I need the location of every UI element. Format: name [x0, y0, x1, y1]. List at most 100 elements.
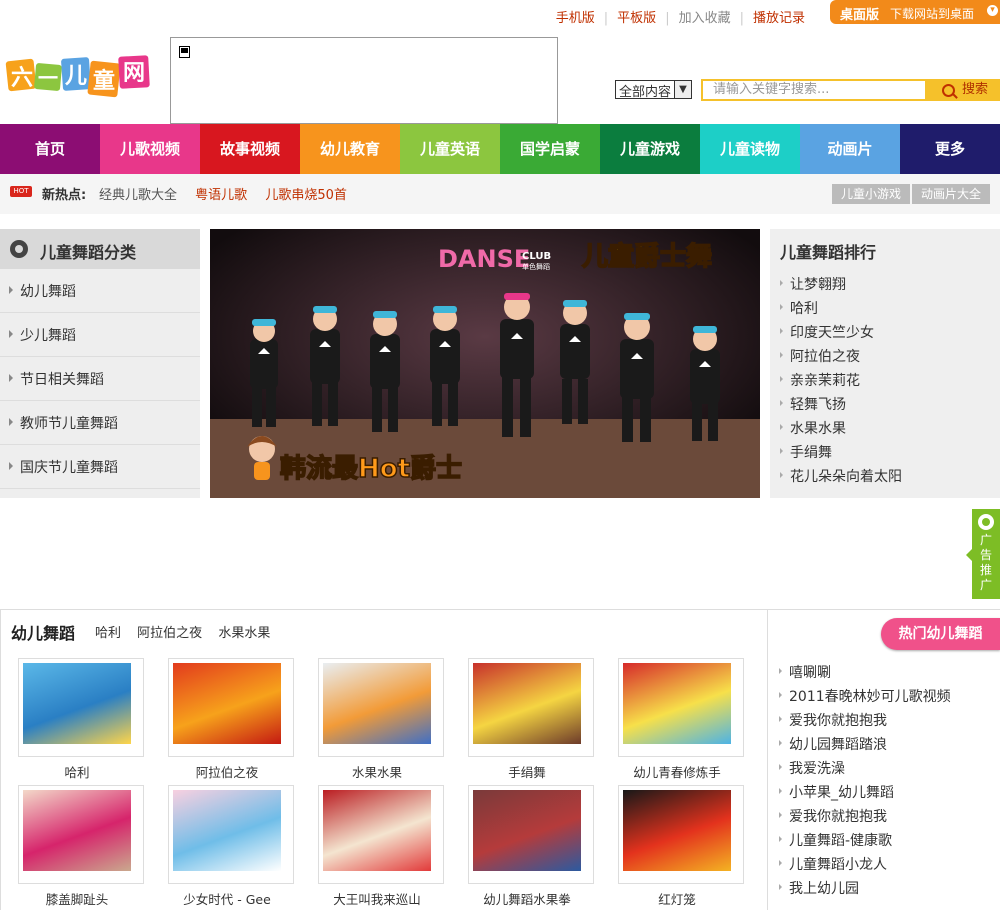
- hot-dance-item[interactable]: 小苹果_幼儿舞蹈: [779, 782, 951, 806]
- video-thumbnail[interactable]: [18, 785, 144, 884]
- video-title[interactable]: 阿拉伯之夜: [168, 762, 286, 781]
- video-title[interactable]: 大王叫我来巡山: [318, 889, 436, 908]
- video-title[interactable]: 幼儿青春修炼手: [618, 762, 736, 781]
- video-thumbnail[interactable]: [18, 658, 144, 757]
- nav-item[interactable]: 儿童游戏: [600, 124, 700, 174]
- video-thumbnail[interactable]: [618, 785, 744, 884]
- video-card[interactable]: 幼儿舞蹈水果拳: [468, 785, 594, 908]
- video-card[interactable]: 少女时代 - Gee: [168, 785, 294, 908]
- hot-buttons: 儿童小游戏 动画片大全: [831, 184, 990, 204]
- ranking-item[interactable]: 印度天竺少女: [780, 322, 902, 346]
- ranking-item[interactable]: 让梦翱翔: [780, 274, 902, 298]
- video-card[interactable]: 阿拉伯之夜: [168, 658, 294, 781]
- hot-dance-item[interactable]: 儿童舞蹈小龙人: [779, 854, 951, 878]
- ranking-item[interactable]: 手绢舞: [780, 442, 902, 466]
- video-card[interactable]: 手绢舞: [468, 658, 594, 781]
- search-input[interactable]: 请输入关键字搜索...: [701, 79, 927, 101]
- hot-dance-item[interactable]: 我爱洗澡: [779, 758, 951, 782]
- video-card[interactable]: 膝盖脚趾头: [18, 785, 144, 908]
- ranking-item[interactable]: 亲亲茉莉花: [780, 370, 902, 394]
- hot-dance-item[interactable]: 我上幼儿园: [779, 878, 951, 902]
- category-item[interactable]: 少儿舞蹈: [0, 313, 200, 357]
- section-tag[interactable]: 阿拉伯之夜: [137, 626, 202, 641]
- nav-item[interactable]: 儿歌视频: [100, 124, 200, 174]
- category-item[interactable]: 节日相关舞蹈: [0, 357, 200, 401]
- site-logo[interactable]: 六 一 儿 童 网: [5, 52, 153, 104]
- hot-dance-item[interactable]: 儿童舞蹈-健康歌: [779, 830, 951, 854]
- video-title[interactable]: 哈利: [18, 762, 136, 781]
- nav-item[interactable]: 国学启蒙: [500, 124, 600, 174]
- video-title[interactable]: 幼儿舞蹈水果拳: [468, 889, 586, 908]
- hot-link[interactable]: 粤语儿歌: [195, 188, 247, 203]
- hot-dance-item[interactable]: 2011春晚林妙可儿歌视频: [779, 686, 951, 710]
- nav-item[interactable]: 儿童读物: [700, 124, 800, 174]
- hot-topics-bar: HOT 新热点: 经典儿歌大全 粤语儿歌 儿歌串烧50首 儿童小游戏 动画片大全: [0, 174, 1000, 214]
- ranking-item[interactable]: 阿拉伯之夜: [780, 346, 902, 370]
- hot-link[interactable]: 儿歌串烧50首: [265, 188, 347, 203]
- nav-item[interactable]: 更多: [900, 124, 1000, 174]
- video-card[interactable]: 大王叫我来巡山: [318, 785, 444, 908]
- thumbnail-image: [173, 663, 281, 744]
- banner-caption: 韩流最Hot爵士: [280, 454, 462, 484]
- video-card[interactable]: 水果水果: [318, 658, 444, 781]
- search-icon: [942, 84, 955, 97]
- nav-item[interactable]: 儿童英语: [400, 124, 500, 174]
- side-ad-tab[interactable]: 广 告 推 广: [966, 509, 1000, 599]
- search-button[interactable]: 搜索: [926, 79, 1000, 101]
- category-item[interactable]: 幼儿舞蹈: [0, 269, 200, 313]
- ranking-item[interactable]: 哈利: [780, 298, 902, 322]
- video-thumbnail[interactable]: [468, 658, 594, 757]
- ranking-title: 儿童舞蹈排行: [780, 243, 877, 262]
- video-title[interactable]: 红灯笼: [618, 889, 736, 908]
- video-thumbnail[interactable]: [168, 785, 294, 884]
- category-item-label: 幼儿舞蹈: [20, 284, 76, 300]
- category-item[interactable]: 教师节儿童舞蹈: [0, 401, 200, 445]
- side-ad-char: 广: [979, 578, 992, 592]
- tablet-version-link[interactable]: 平板版: [617, 11, 656, 26]
- kids-games-button[interactable]: 儿童小游戏: [831, 184, 910, 204]
- video-thumbnail[interactable]: [318, 658, 444, 757]
- ranking-item[interactable]: 水果水果: [780, 418, 902, 442]
- video-thumbnail[interactable]: [468, 785, 594, 884]
- ranking-item[interactable]: 轻舞飞扬: [780, 394, 902, 418]
- play-history-link[interactable]: 播放记录: [753, 11, 805, 26]
- hot-dance-title: 热门幼儿舞蹈: [881, 618, 1000, 650]
- hot-title: 新热点:: [42, 188, 87, 203]
- hot-dance-item[interactable]: 嘻唰唰: [779, 662, 951, 686]
- featured-banner[interactable]: DANSE CLUB 单色舞蹈 儿童爵士舞 韩流最Hot爵士: [210, 229, 760, 498]
- arrow-right-icon: [9, 330, 13, 338]
- hot-links: 经典儿歌大全 粤语儿歌 儿歌串烧50首: [99, 184, 361, 203]
- category-item-label: 少儿舞蹈: [20, 328, 76, 344]
- nav-item[interactable]: 幼儿教育: [300, 124, 400, 174]
- category-title: 儿童舞蹈分类: [40, 243, 137, 262]
- nav-item[interactable]: 故事视频: [200, 124, 300, 174]
- hot-dance-item[interactable]: 幼儿园舞蹈踏浪: [779, 734, 951, 758]
- thumbnail-image: [623, 790, 731, 871]
- category-item[interactable]: 国庆节儿童舞蹈: [0, 445, 200, 489]
- hot-dance-item[interactable]: 爱我你就抱抱我: [779, 710, 951, 734]
- video-title[interactable]: 少女时代 - Gee: [168, 889, 286, 908]
- section-tag[interactable]: 水果水果: [218, 626, 270, 641]
- cartoon-list-button[interactable]: 动画片大全: [911, 184, 990, 204]
- video-thumbnail[interactable]: [618, 658, 744, 757]
- hot-dance-item[interactable]: 爱我你就抱抱我: [779, 806, 951, 830]
- video-card[interactable]: 幼儿青春修炼手: [618, 658, 744, 781]
- nav-item[interactable]: 动画片: [800, 124, 900, 174]
- video-thumbnail[interactable]: [168, 658, 294, 757]
- add-favorite-link[interactable]: 加入收藏: [679, 11, 731, 26]
- nav-item[interactable]: 首页: [0, 124, 100, 174]
- video-title[interactable]: 手绢舞: [468, 762, 586, 781]
- video-card[interactable]: 哈利: [18, 658, 144, 781]
- thumbnail-image: [23, 790, 131, 871]
- ad-placeholder[interactable]: [170, 37, 558, 124]
- desktop-download-button[interactable]: 桌面版 下载网站到桌面 ▾: [830, 0, 1000, 24]
- video-card[interactable]: 红灯笼: [618, 785, 744, 908]
- search-scope-select[interactable]: 全部内容 ▼: [615, 80, 692, 100]
- hot-link[interactable]: 经典儿歌大全: [99, 188, 177, 203]
- video-thumbnail[interactable]: [318, 785, 444, 884]
- video-title[interactable]: 膝盖脚趾头: [18, 889, 136, 908]
- video-title[interactable]: 水果水果: [318, 762, 436, 781]
- section-tag[interactable]: 哈利: [95, 626, 121, 641]
- ranking-item[interactable]: 花儿朵朵向着太阳: [780, 466, 902, 490]
- mobile-version-link[interactable]: 手机版: [556, 11, 595, 26]
